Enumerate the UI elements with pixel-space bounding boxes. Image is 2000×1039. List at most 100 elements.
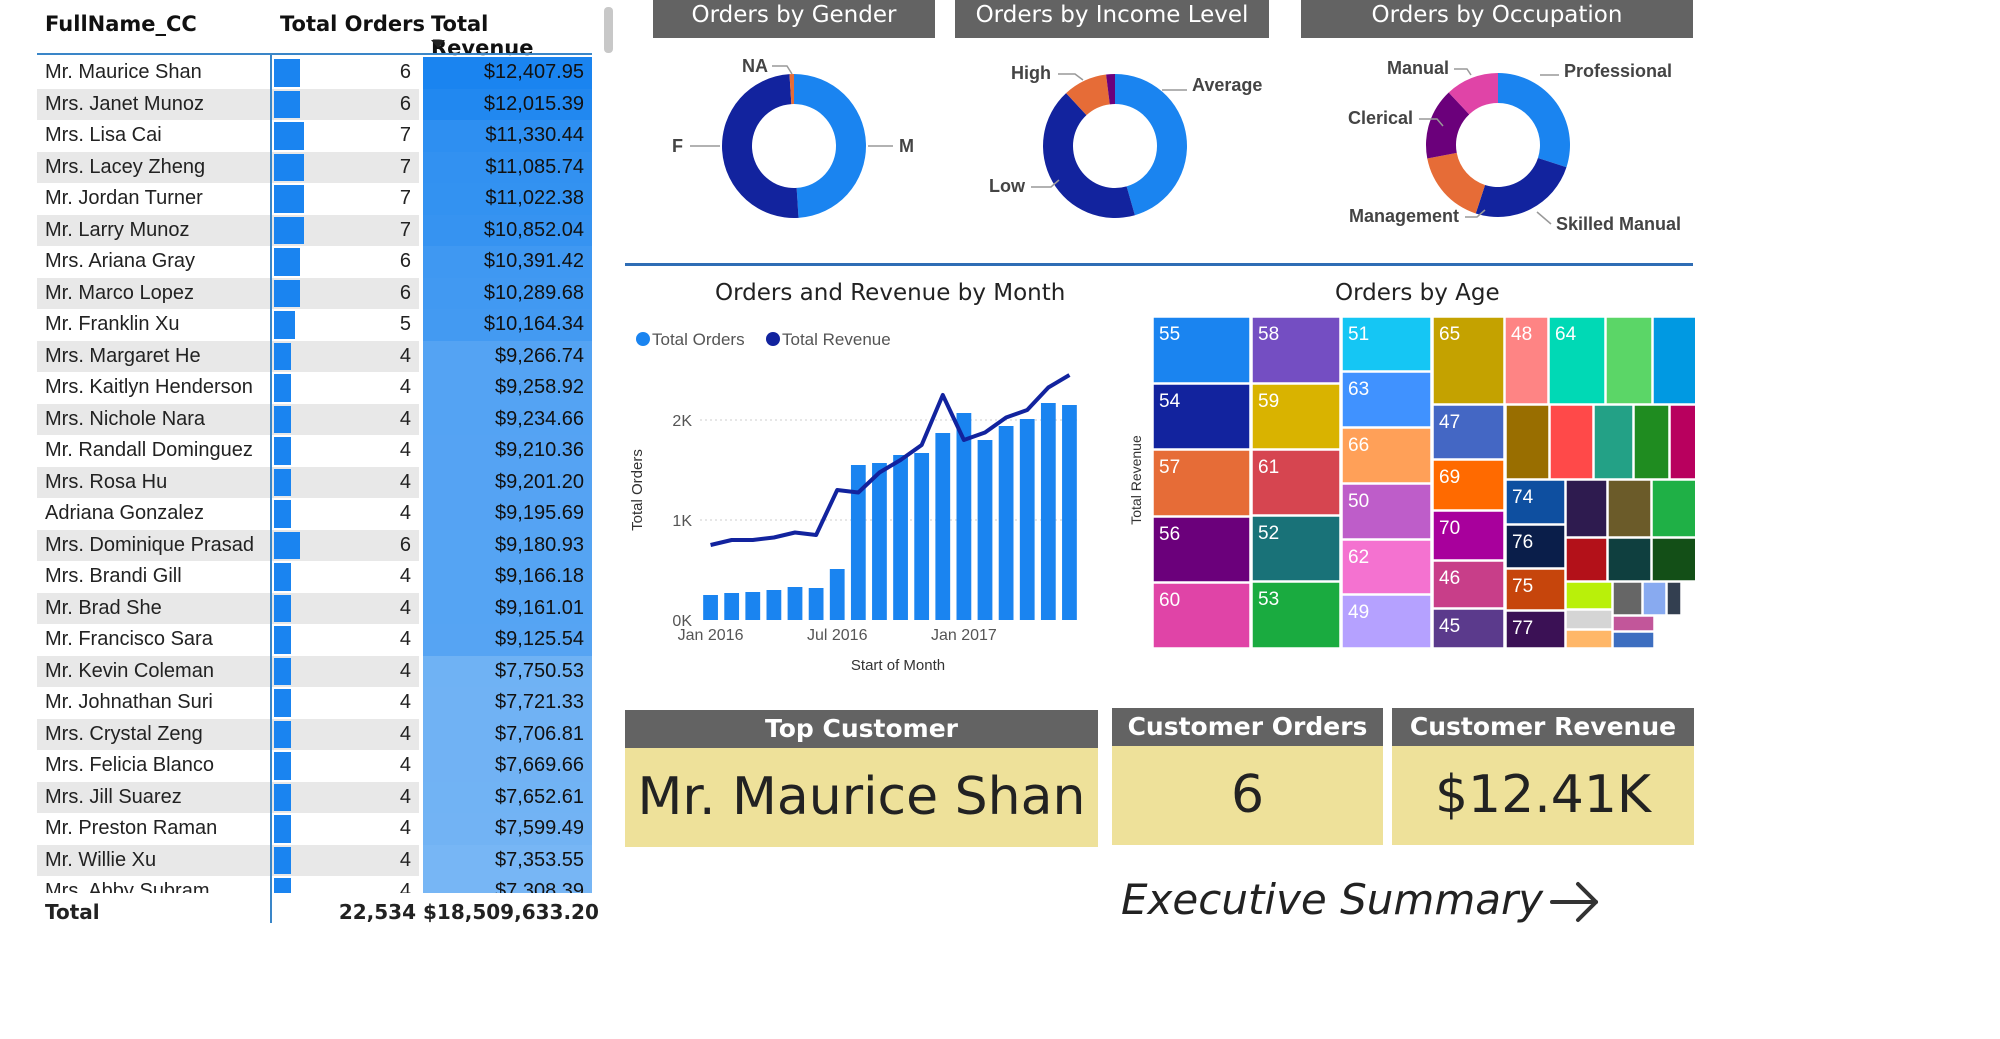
- table-row[interactable]: Mr. Jordan Turner 7 $11,022.38: [37, 183, 592, 215]
- donut-slice[interactable]: [722, 74, 799, 219]
- orders-bar[interactable]: [893, 455, 908, 620]
- treemap-cell[interactable]: 57: [1152, 449, 1251, 517]
- orders-bar[interactable]: [977, 440, 993, 620]
- orders-bar[interactable]: [1019, 419, 1035, 620]
- orders-by-age-treemap[interactable]: 55 54 57 56 60 58 59 61 52 53 51 63 66 50 62 49 65 47 69 70…: [1125, 315, 1695, 655]
- sort-descending-icon[interactable]: [431, 40, 445, 48]
- treemap-cell[interactable]: [1612, 615, 1655, 632]
- treemap-cell[interactable]: [1612, 581, 1643, 616]
- treemap-cell[interactable]: 66: [1341, 427, 1432, 484]
- orders-bar[interactable]: [956, 413, 972, 620]
- treemap-cell[interactable]: 64: [1548, 316, 1606, 405]
- treemap-cell[interactable]: 60: [1152, 582, 1251, 649]
- table-row[interactable]: Mrs. Margaret He 4 $9,266.74: [37, 340, 592, 372]
- orders-bar[interactable]: [787, 587, 803, 620]
- treemap-cell[interactable]: [1612, 631, 1655, 649]
- table-row[interactable]: Mrs. Jill Suarez 4 $7,652.61: [37, 781, 592, 813]
- treemap-cell[interactable]: 61: [1251, 449, 1341, 516]
- treemap-cell[interactable]: 50: [1341, 483, 1432, 540]
- treemap-cell[interactable]: [1666, 581, 1682, 616]
- treemap-cell[interactable]: [1652, 316, 1695, 405]
- table-row[interactable]: Mr. Kevin Coleman 4 $7,750.53: [37, 655, 592, 687]
- treemap-cell[interactable]: [1565, 609, 1613, 630]
- treemap-cell[interactable]: 47: [1432, 404, 1505, 460]
- orders-bar[interactable]: [724, 593, 740, 620]
- orders-revenue-combo-chart[interactable]: Total Orders Total Revenue0K1K2KTotal Ord…: [625, 315, 1100, 685]
- donut-slice[interactable]: [794, 74, 867, 218]
- treemap-cell[interactable]: [1642, 581, 1667, 616]
- treemap-cell[interactable]: [1633, 404, 1670, 480]
- treemap-cell[interactable]: [1605, 316, 1653, 405]
- treemap-cell[interactable]: [1505, 404, 1550, 480]
- treemap-cell[interactable]: 70: [1432, 510, 1505, 561]
- treemap-cell[interactable]: 76: [1505, 524, 1566, 569]
- treemap-cell[interactable]: 77: [1505, 610, 1566, 649]
- orders-bar[interactable]: [935, 433, 951, 620]
- treemap-cell[interactable]: [1669, 404, 1695, 480]
- treemap-cell[interactable]: 65: [1432, 316, 1505, 405]
- occupation-donut-chart[interactable]: Professional Skilled Manual Management Cler…: [1301, 42, 1693, 242]
- orders-bar[interactable]: [745, 592, 761, 620]
- chart-legend[interactable]: Total Orders Total Revenue: [636, 330, 891, 349]
- table-row[interactable]: Mr. Franklin Xu 5 $10,164.34: [37, 309, 592, 341]
- treemap-cell[interactable]: [1549, 404, 1594, 480]
- donut-slice[interactable]: [1475, 157, 1567, 217]
- table-row[interactable]: Mr. Maurice Shan 6 $12,407.95: [37, 57, 592, 89]
- table-row[interactable]: Mrs. Brandi Gill 4 $9,166.18: [37, 561, 592, 593]
- treemap-cell[interactable]: 51: [1341, 316, 1432, 372]
- treemap-cell[interactable]: 59: [1251, 383, 1341, 450]
- table-row[interactable]: Mrs. Abby Subram 4 $7,308.39: [37, 876, 592, 893]
- treemap-cell[interactable]: [1607, 479, 1652, 538]
- orders-bar[interactable]: [808, 588, 824, 620]
- treemap-cell[interactable]: 56: [1152, 516, 1251, 583]
- executive-summary-link[interactable]: Executive Summary: [1121, 875, 1543, 924]
- treemap-cell[interactable]: 62: [1341, 539, 1432, 595]
- treemap-cell[interactable]: 63: [1341, 371, 1432, 428]
- column-header-total-orders[interactable]: Total Orders: [280, 12, 425, 36]
- treemap-cell[interactable]: [1565, 479, 1608, 538]
- treemap-cell[interactable]: 49: [1341, 594, 1432, 649]
- orders-bar[interactable]: [766, 590, 782, 620]
- table-row[interactable]: Mr. Johnathan Suri 4 $7,721.33: [37, 687, 592, 719]
- table-row[interactable]: Mrs. Dominique Prasad 6 $9,180.93: [37, 529, 592, 561]
- orders-bar[interactable]: [829, 569, 845, 620]
- table-row[interactable]: Mrs. Crystal Zeng 4 $7,706.81: [37, 718, 592, 750]
- treemap-cell[interactable]: 69: [1432, 459, 1505, 511]
- treemap-cell[interactable]: 55: [1152, 316, 1251, 384]
- table-row[interactable]: Mr. Brad She 4 $9,161.01: [37, 592, 592, 624]
- table-row[interactable]: Mrs. Janet Munoz 6 $12,015.39: [37, 88, 592, 120]
- income-donut-chart[interactable]: Average Low High: [955, 42, 1269, 242]
- treemap-cell[interactable]: 75: [1505, 568, 1566, 611]
- orders-bar[interactable]: [872, 463, 887, 620]
- treemap-cell[interactable]: 52: [1251, 515, 1341, 582]
- treemap-cell[interactable]: [1565, 581, 1613, 610]
- table-row[interactable]: Mr. Randall Dominguez 4 $9,210.36: [37, 435, 592, 467]
- table-row[interactable]: Mrs. Lisa Cai 7 $11,330.44: [37, 120, 592, 152]
- treemap-cell[interactable]: [1607, 537, 1652, 582]
- orders-bar[interactable]: [914, 453, 930, 620]
- treemap-cell[interactable]: 53: [1251, 581, 1341, 649]
- table-scrollbar[interactable]: [604, 7, 613, 53]
- treemap-cell[interactable]: 48: [1504, 316, 1549, 405]
- table-row[interactable]: Mrs. Felicia Blanco 4 $7,669.66: [37, 750, 592, 782]
- treemap-cell[interactable]: [1565, 537, 1608, 582]
- table-row[interactable]: Mrs. Rosa Hu 4 $9,201.20: [37, 466, 592, 498]
- orders-bar[interactable]: [703, 595, 718, 620]
- orders-bar[interactable]: [998, 426, 1014, 620]
- treemap-cell[interactable]: 46: [1432, 560, 1505, 609]
- donut-slice[interactable]: [1427, 152, 1486, 214]
- treemap-cell[interactable]: [1651, 537, 1695, 582]
- table-row[interactable]: Mr. Marco Lopez 6 $10,289.68: [37, 277, 592, 309]
- treemap-cell[interactable]: 54: [1152, 383, 1251, 450]
- table-row[interactable]: Mr. Larry Munoz 7 $10,852.04: [37, 214, 592, 246]
- table-row[interactable]: Mrs. Ariana Gray 6 $10,391.42: [37, 246, 592, 278]
- orders-bar[interactable]: [1040, 403, 1056, 620]
- table-row[interactable]: Mr. Francisco Sara 4 $9,125.54: [37, 624, 592, 656]
- treemap-cell[interactable]: [1593, 404, 1634, 480]
- table-row[interactable]: Adriana Gonzalez 4 $9,195.69: [37, 498, 592, 530]
- treemap-cell[interactable]: [1651, 479, 1695, 538]
- customer-table[interactable]: FullName_CC Total Orders Total Revenue M…: [37, 0, 613, 930]
- treemap-cell[interactable]: [1565, 629, 1613, 649]
- table-row[interactable]: Mrs. Lacey Zheng 7 $11,085.74: [37, 151, 592, 183]
- arrow-right-icon[interactable]: [1548, 875, 1603, 930]
